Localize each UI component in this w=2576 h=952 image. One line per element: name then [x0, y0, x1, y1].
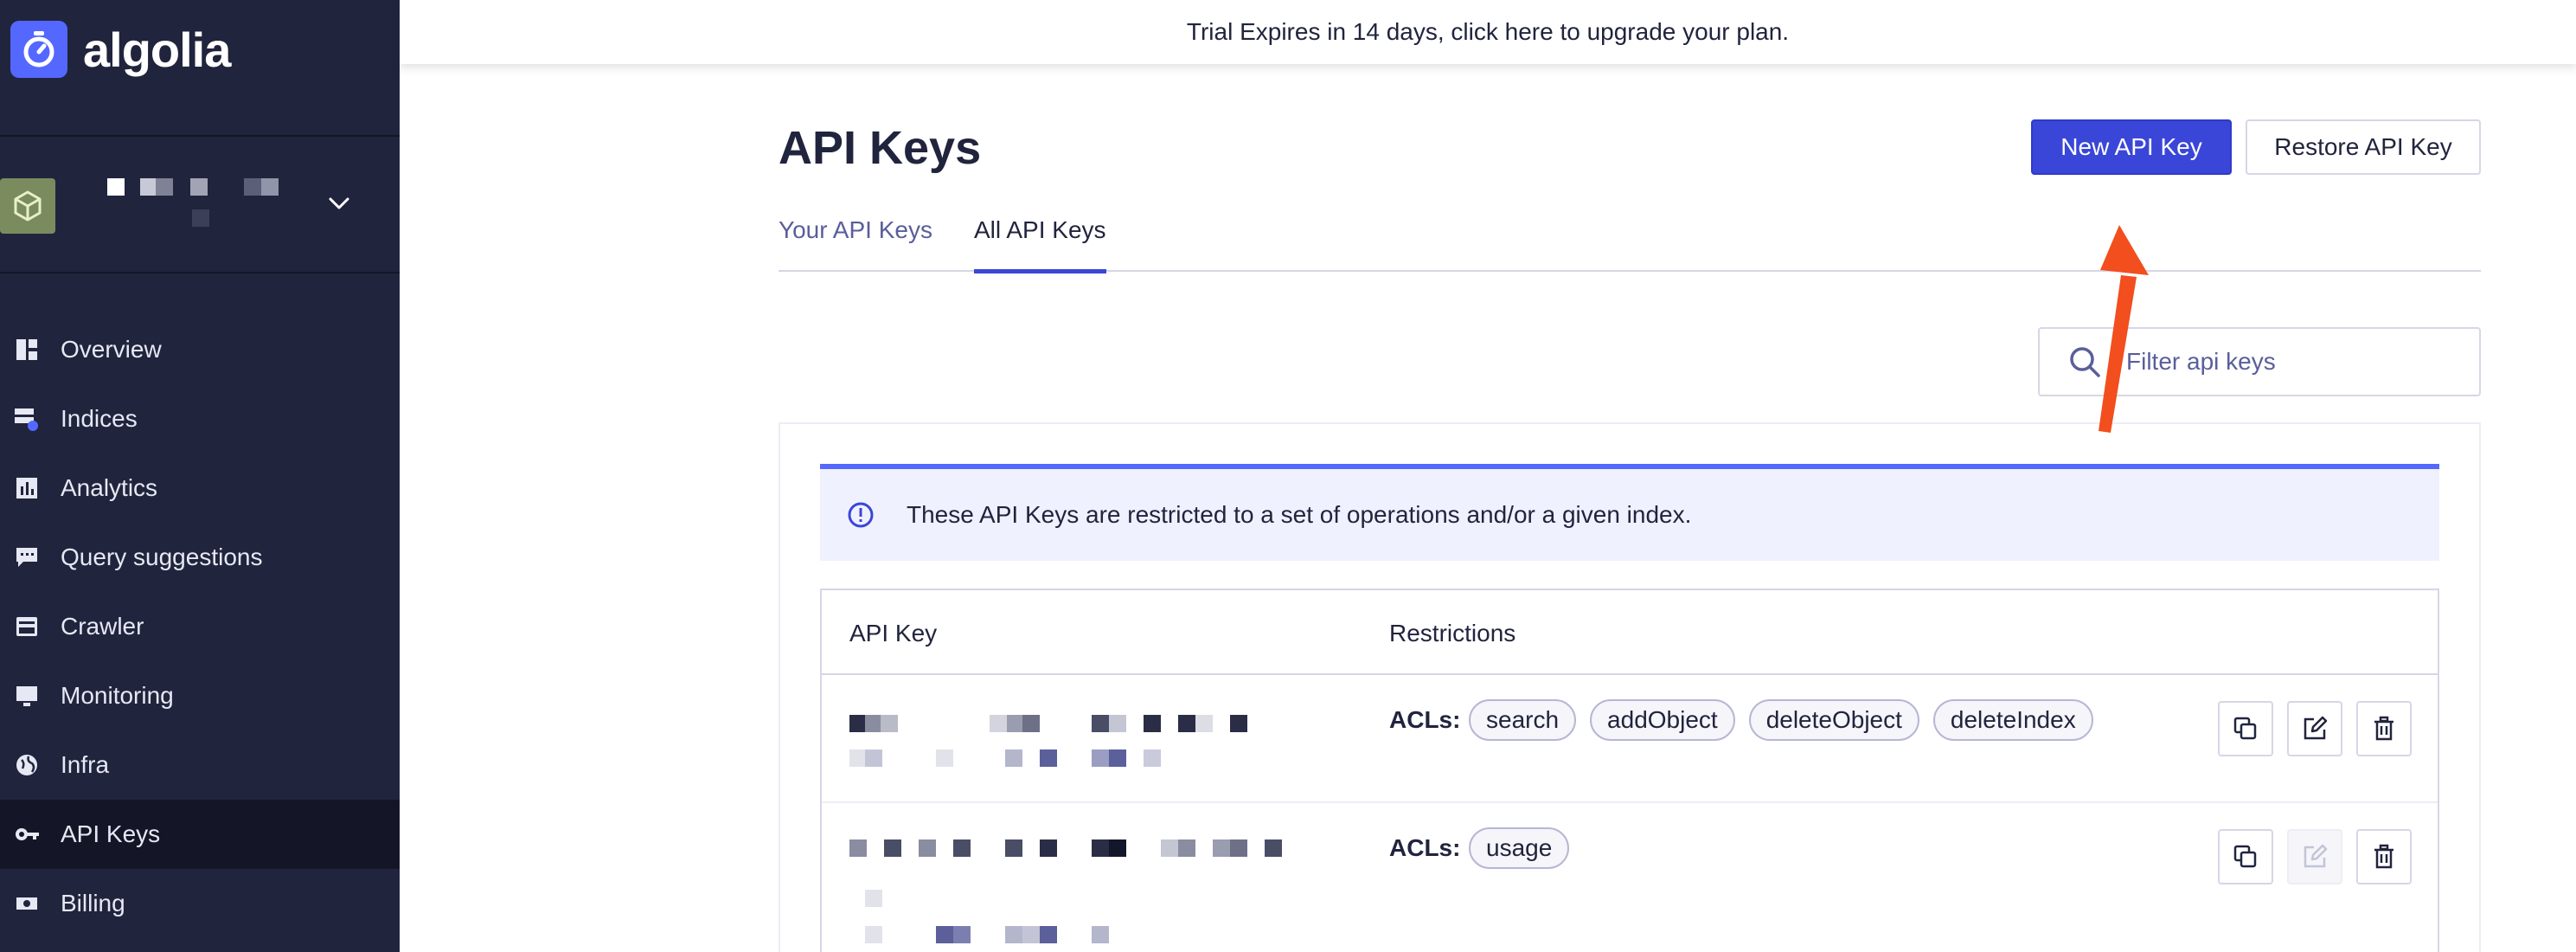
filter-api-keys-field[interactable] — [2038, 327, 2481, 396]
restriction-notice: These API Keys are restricted to a set o… — [820, 464, 2439, 561]
trash-icon — [2374, 844, 2393, 869]
query-suggestions-icon — [14, 544, 40, 570]
trash-icon — [2374, 716, 2393, 741]
sidebar-item-label: Infra — [61, 751, 110, 778]
sidebar-item-monitoring[interactable]: Monitoring — [0, 661, 400, 730]
algolia-logo[interactable]: algolia — [10, 21, 231, 78]
monitoring-icon — [14, 683, 40, 709]
sidebar-item-indices[interactable]: Indices — [0, 384, 400, 453]
billing-icon — [14, 891, 40, 917]
sidebar-item-label: API Keys — [61, 820, 161, 847]
page-title: API Keys — [779, 122, 982, 174]
overview-icon — [14, 337, 40, 363]
edit-icon — [2304, 844, 2328, 868]
sidebar-item-label: Indices — [61, 405, 138, 432]
sidebar-item-analytics[interactable]: Analytics — [0, 453, 400, 523]
sidebar: algolia Overview Indices Analytics Query… — [0, 0, 400, 952]
sidebar-item-label: Billing — [61, 890, 125, 917]
acl-chip: search — [1469, 699, 1577, 741]
sidebar-item-label: Overview — [61, 336, 162, 363]
acl-label: ACLs: — [1389, 834, 1461, 861]
acl-chip: addObject — [1590, 699, 1735, 741]
acl-chip-list: search addObject deleteObject deleteInde… — [1469, 699, 2107, 741]
delete-key-button[interactable] — [2356, 829, 2412, 884]
table-row: ACLs: search addObject deleteObject dele… — [822, 675, 2438, 803]
sidebar-item-crawler[interactable]: Crawler — [0, 592, 400, 661]
globe-icon — [14, 752, 40, 778]
application-selector[interactable] — [0, 137, 400, 272]
edit-key-button-disabled — [2287, 829, 2342, 884]
copy-icon — [2233, 717, 2257, 740]
sidebar-item-query-suggestions[interactable]: Query suggestions — [0, 523, 400, 592]
cube-icon — [0, 178, 55, 234]
delete-key-button[interactable] — [2356, 701, 2412, 756]
restore-api-key-button[interactable]: Restore API Key — [2246, 119, 2481, 175]
search-icon — [2067, 344, 2102, 379]
column-header-restrictions: Restrictions — [1389, 620, 1516, 646]
table-row: ACLs: usage — [822, 803, 2438, 952]
acl-chip-list: usage — [1469, 827, 1583, 869]
acl-chip: usage — [1469, 827, 1570, 869]
analytics-icon — [14, 475, 40, 501]
brand-name: algolia — [83, 22, 231, 77]
row-actions — [2218, 701, 2425, 756]
new-api-key-button[interactable]: New API Key — [2031, 119, 2232, 175]
sidebar-item-label: Query suggestions — [61, 544, 263, 570]
info-icon — [846, 500, 875, 530]
chevron-down-icon[interactable] — [322, 187, 356, 222]
row-actions — [2218, 829, 2425, 884]
sidebar-item-label: Analytics — [61, 474, 158, 501]
api-keys-table: API Key Restrictions ACLs: search addObj… — [820, 589, 2439, 952]
api-key-tabs: Your API Keys All API Keys — [779, 211, 2481, 273]
acl-label: ACLs: — [1389, 706, 1461, 733]
tab-your-api-keys[interactable]: Your API Keys — [779, 216, 932, 270]
sidebar-item-label: Monitoring — [61, 682, 174, 709]
edit-key-button[interactable] — [2287, 701, 2342, 756]
stopwatch-icon — [10, 21, 67, 78]
acl-chip: deleteObject — [1748, 699, 1919, 741]
sidebar-item-api-keys[interactable]: API Keys — [0, 800, 400, 869]
copy-icon — [2233, 845, 2257, 868]
api-key-value-redacted — [849, 803, 1334, 943]
column-header-api-key: API Key — [849, 620, 938, 646]
indices-icon — [14, 406, 40, 432]
trial-banner-text: Trial Expires in 14 days, click here to … — [1186, 18, 1790, 45]
sidebar-item-infra[interactable]: Infra — [0, 730, 400, 800]
sidebar-divider — [0, 272, 400, 273]
sidebar-item-overview[interactable]: Overview — [0, 315, 400, 384]
sidebar-item-billing[interactable]: Billing — [0, 869, 400, 938]
edit-icon — [2304, 716, 2328, 740]
copy-key-button[interactable] — [2218, 701, 2273, 756]
key-icon — [14, 821, 40, 847]
filter-api-keys-input[interactable] — [2126, 348, 2472, 376]
copy-key-button[interactable] — [2218, 829, 2273, 884]
api-key-value-redacted — [849, 675, 1334, 805]
table-header: API Key Restrictions — [822, 590, 2438, 675]
tab-all-api-keys[interactable]: All API Keys — [974, 216, 1106, 273]
sidebar-nav: Overview Indices Analytics Query suggest… — [0, 315, 400, 938]
crawler-icon — [14, 614, 40, 640]
restriction-notice-text: These API Keys are restricted to a set o… — [907, 501, 1692, 528]
trial-banner[interactable]: Trial Expires in 14 days, click here to … — [400, 0, 2576, 64]
sidebar-item-label: Crawler — [61, 613, 144, 640]
acl-chip: deleteIndex — [1932, 699, 2093, 741]
